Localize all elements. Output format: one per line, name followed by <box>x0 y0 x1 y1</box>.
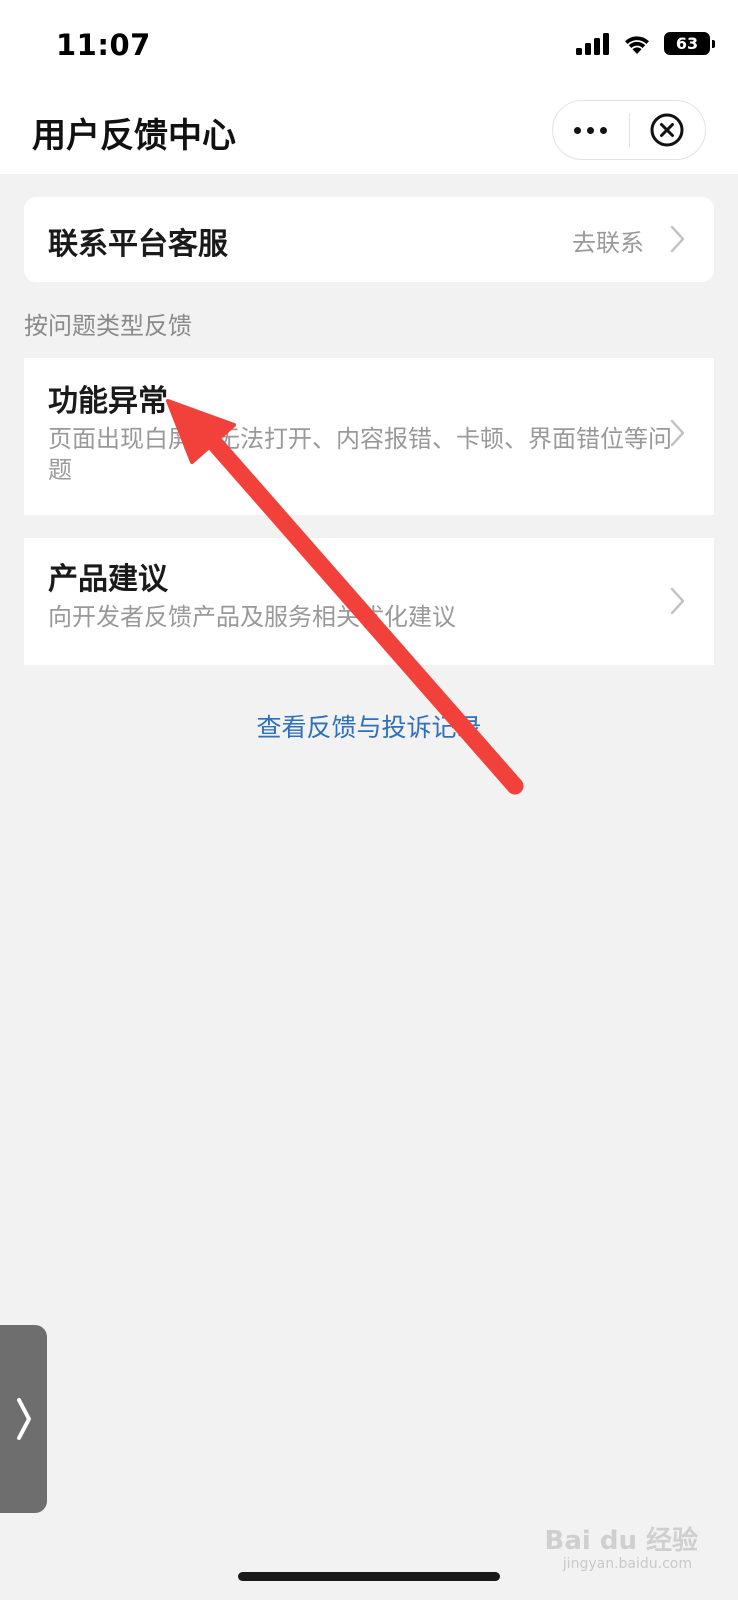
feedback-item-function-error[interactable]: 功能异常 页面出现白屏、无法打开、内容报错、卡顿、界面错位等问题 <box>24 358 714 515</box>
contact-service-row[interactable]: 联系平台客服 去联系 <box>24 197 714 282</box>
baidu-watermark: Bai du 经验 <box>544 1526 699 1556</box>
more-button[interactable] <box>553 101 629 159</box>
mini-program-capsule <box>552 100 706 160</box>
status-bar: 11:07 63 <box>0 0 738 88</box>
close-circle-icon <box>650 113 684 147</box>
feedback-item-product-suggestion[interactable]: 产品建议 向开发者反馈产品及服务相关优化建议 <box>24 538 714 665</box>
battery-icon: 63 <box>664 32 715 55</box>
nav-bar: 用户反馈中心 <box>0 88 738 174</box>
more-icon <box>574 126 608 134</box>
baidu-watermark-url: jingyan.baidu.com <box>562 1556 692 1572</box>
chevron-right-icon <box>670 225 685 253</box>
feedback-item-desc: 向开发者反馈产品及服务相关优化建议 <box>48 603 456 631</box>
signal-icon <box>576 32 609 55</box>
feedback-item-desc: 页面出现白屏、无法打开、内容报错、卡顿、界面错位等问题 <box>48 425 672 484</box>
contact-action-text: 去联系 <box>572 229 644 257</box>
chevron-right-icon <box>17 1398 31 1440</box>
home-indicator <box>238 1572 500 1581</box>
feedback-item-title: 产品建议 <box>48 562 168 597</box>
section-label: 按问题类型反馈 <box>24 312 192 340</box>
status-icons: 63 <box>576 32 715 55</box>
contact-service-label: 联系平台客服 <box>48 227 228 262</box>
status-time: 11:07 <box>56 28 151 62</box>
chevron-right-icon <box>670 587 685 615</box>
close-button[interactable] <box>630 101 706 159</box>
feedback-item-title: 功能异常 <box>48 384 168 419</box>
feedback-history-link[interactable]: 查看反馈与投诉记录 <box>0 708 738 744</box>
chevron-right-icon <box>670 419 685 447</box>
side-expand-tab[interactable] <box>0 1325 47 1513</box>
page-title: 用户反馈中心 <box>32 116 236 156</box>
wifi-icon <box>625 35 649 54</box>
battery-level: 63 <box>675 34 699 53</box>
